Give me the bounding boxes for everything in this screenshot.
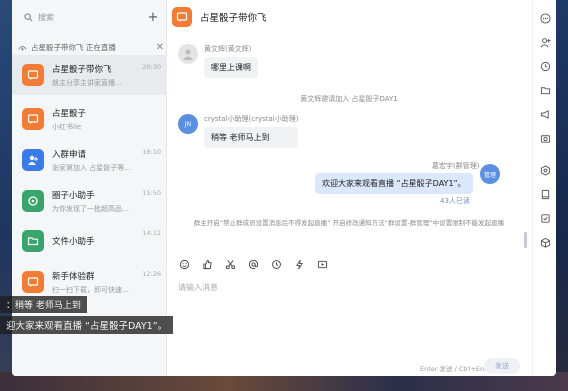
message-row: JN crystal小助理(crystal小助理) 稍等 老师马上到 <box>178 114 299 148</box>
announcement-icon[interactable] <box>539 108 551 120</box>
scissors-icon[interactable] <box>224 258 236 270</box>
add-user-icon <box>28 155 38 165</box>
message-bubble[interactable]: 哪里上课啊 <box>204 57 258 78</box>
tablet-icon[interactable] <box>539 188 551 200</box>
group-avatar <box>22 271 44 293</box>
file-assistant-avatar <box>22 230 44 252</box>
message-sender: crystal小助理(crystal小助理) <box>204 115 299 123</box>
clock-icon[interactable] <box>539 60 551 72</box>
conversation-time: 15:50 <box>142 189 161 197</box>
chat-title[interactable]: 占星骰子带你飞 <box>200 10 267 24</box>
avatar[interactable]: JN <box>178 114 198 134</box>
message-sender: 黄文辉(黄文辉) <box>204 45 252 53</box>
chat-avatar[interactable] <box>172 7 192 27</box>
my-avatar[interactable]: 管理 <box>480 164 500 184</box>
conversation-item[interactable]: 占星骰子 小红书ile <box>12 99 167 139</box>
conversation-item[interactable]: 文件小助手 14:12 <box>12 221 167 261</box>
live-icon <box>18 45 27 50</box>
live-notice-text: 占星骰子带你飞 正在直播 <box>31 42 116 52</box>
camera-icon[interactable] <box>539 132 551 144</box>
history-icon[interactable] <box>270 258 282 270</box>
video-icon[interactable] <box>316 258 328 270</box>
chat-icon <box>176 12 188 22</box>
conversation-preview: 为你发现了一批超高品… <box>52 204 129 213</box>
search-icon <box>24 12 33 21</box>
chat-icon <box>27 70 39 80</box>
system-notice: 群主开启“禁止群成员设置消息后不得发起直播” 开启修改通知方法“群设置-群管理”… <box>193 219 505 227</box>
group-request-avatar <box>22 149 44 171</box>
emoji-icon[interactable] <box>178 258 190 270</box>
conversation-name: 占星骰子带你飞 <box>52 64 112 75</box>
conversation-item[interactable]: 圈子小助手 为你发现了一批超高品… 15:50 <box>12 181 167 221</box>
thumbs-up-icon[interactable] <box>201 258 213 270</box>
chat-header: 占星骰子带你飞 <box>172 4 267 30</box>
chat-icon <box>27 277 39 287</box>
read-status[interactable]: 43人已读 <box>440 196 470 206</box>
conversation-preview: 扫一扫下载，即可快速… <box>52 285 129 294</box>
my-message-bubble[interactable]: 欢迎大家来观看直播 “占星骰子DAY1”。 <box>315 173 473 194</box>
conversation-preview: 小红书ile <box>52 122 82 131</box>
plus-icon[interactable]: + <box>145 9 161 25</box>
conversation-item[interactable]: 占星骰子带你飞 就主分享主讲家直播… 20:30 <box>12 55 167 95</box>
message-row: 黄文辉(黄文辉) 哪里上课啊 <box>178 44 258 78</box>
conversation-item[interactable]: 入群申请 张家第加入 占星骰子等… 18:10 <box>12 140 167 180</box>
conversation-name: 入群申请 <box>52 149 87 160</box>
conversation-name: 新手体验群 <box>52 271 95 282</box>
live-notice-bar[interactable]: 占星骰子带你飞 正在直播 ✕ <box>18 39 166 55</box>
conversation-time: 18:10 <box>142 148 161 156</box>
system-notice: 黄文辉邀请加入 占星骰子DAY1 <box>300 95 398 103</box>
conversation-preview: 张家第加入 占星骰子等… <box>52 163 132 172</box>
add-member-icon[interactable] <box>539 36 551 48</box>
group-avatar <box>22 108 44 130</box>
message-bubble[interactable]: 稍等 老师马上到 <box>204 127 299 148</box>
desktop-background-right <box>554 0 568 391</box>
video-caption: ：稍等 老师马上到 <box>0 296 87 313</box>
input-toolbar <box>178 256 328 272</box>
user-icon <box>183 49 193 60</box>
conversation-preview: 就主分享主讲家直播… <box>52 78 122 87</box>
close-icon[interactable]: ✕ <box>156 42 164 53</box>
conversation-name: 圈子小助手 <box>52 190 95 201</box>
task-icon[interactable] <box>539 212 551 224</box>
search-input[interactable]: 搜索 <box>18 8 145 26</box>
assistant-avatar <box>22 190 44 212</box>
folder-icon[interactable] <box>539 84 551 96</box>
avatar[interactable] <box>178 44 198 64</box>
folder-icon <box>27 237 39 246</box>
group-avatar <box>22 64 44 86</box>
right-sidebar <box>532 0 556 376</box>
conversation-time: 14:12 <box>142 229 161 237</box>
at-icon[interactable] <box>247 258 259 270</box>
settings-icon[interactable] <box>539 164 551 176</box>
send-button[interactable]: 发送 <box>484 358 520 374</box>
message-input[interactable]: 请输入消息 <box>178 282 528 352</box>
circle-helper-icon <box>28 196 38 206</box>
video-caption: 迎大家来观看直播 “占星骰子DAY1”。 <box>0 316 174 334</box>
search-row: 搜索 + <box>18 8 161 26</box>
search-placeholder: 搜索 <box>38 12 54 22</box>
conversation-name: 文件小助手 <box>52 237 95 247</box>
more-icon[interactable] <box>539 12 551 24</box>
message-sender: 葛宏宇(群管理) <box>432 162 480 170</box>
conversation-name: 占星骰子 <box>52 108 87 119</box>
lightning-icon[interactable] <box>293 258 305 270</box>
scrollbar[interactable] <box>524 232 527 248</box>
conversation-time: 20:30 <box>142 63 161 71</box>
box-icon[interactable] <box>539 236 551 248</box>
chat-icon <box>27 114 39 124</box>
conversation-time: 12:26 <box>142 270 161 278</box>
